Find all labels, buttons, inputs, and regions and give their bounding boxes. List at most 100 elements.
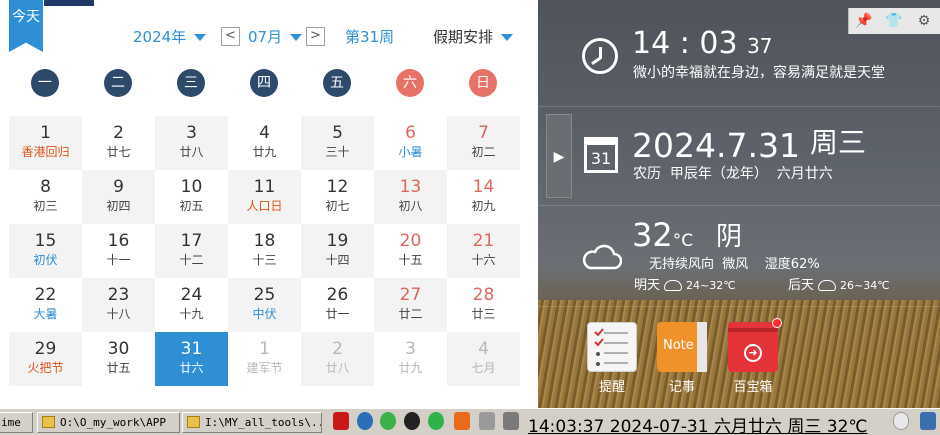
calendar-day-cell[interactable]: 4 七月 xyxy=(447,332,520,386)
cloud-icon xyxy=(893,412,909,430)
lunar-day: 大暑 xyxy=(33,307,58,321)
lunar-day: 十三 xyxy=(252,253,277,267)
calendar-day-cell[interactable]: 25 中伏 xyxy=(228,278,301,332)
time-display: 14 : 03 37 xyxy=(632,26,773,61)
day-number: 25 xyxy=(253,285,276,305)
taskbar-item-label: O:\O_my_work\APP xyxy=(60,416,166,429)
day-number: 28 xyxy=(472,285,495,305)
tomorrow-temp: 24~32℃ xyxy=(686,279,736,292)
weekday-header: 二 xyxy=(104,69,132,97)
calendar-day-cell[interactable]: 21 十六 xyxy=(447,224,520,278)
clock-icon xyxy=(582,38,618,74)
folder-icon xyxy=(187,416,200,428)
taskbar-item-app-folder[interactable]: O:\O_my_work\APP xyxy=(37,412,180,433)
lunar-day: 火把节 xyxy=(27,361,64,375)
monitor-icon[interactable] xyxy=(920,412,936,430)
calendar-day-cell[interactable]: 28 廿三 xyxy=(447,278,520,332)
calendar-day-cell[interactable]: 12 初七 xyxy=(301,170,374,224)
calendar-day-cell[interactable]: 9 初四 xyxy=(82,170,155,224)
calendar-day-cell[interactable]: 10 初五 xyxy=(155,170,228,224)
note-app-icon[interactable]: Note xyxy=(657,322,707,372)
calendar-day-cell[interactable]: 3 廿八 xyxy=(155,116,228,170)
calendar-day-cell[interactable]: 17 十二 xyxy=(155,224,228,278)
calendar-day-cell[interactable]: 14 初九 xyxy=(447,170,520,224)
day-number: 6 xyxy=(405,123,416,143)
reminder-app-icon[interactable] xyxy=(587,322,637,372)
day-number: 10 xyxy=(180,177,203,197)
calendar-day-cell[interactable]: 4 廿九 xyxy=(228,116,301,170)
calendar-day-cell[interactable]: 20 十五 xyxy=(374,224,447,278)
calendar-day-cell[interactable]: 11 人口日 xyxy=(228,170,301,224)
shirt-icon[interactable]: 👕 xyxy=(879,8,909,34)
tray-clock[interactable]: 14:03:37 2024-07-31 六月廿六 周三 32℃ xyxy=(528,412,868,435)
pin-icon[interactable]: 📌 xyxy=(849,8,879,34)
calendar-day-cell[interactable]: 19 十四 xyxy=(301,224,374,278)
calendar-day-cell[interactable]: 29 火把节 xyxy=(9,332,82,386)
calendar-day-cell[interactable]: 27 廿二 xyxy=(374,278,447,332)
calendar-day-cell[interactable]: 2 廿八 xyxy=(301,332,374,386)
app-label-toolbox: 百宝箱 xyxy=(733,380,773,395)
calendar-day-cell[interactable]: 7 初二 xyxy=(447,116,520,170)
today-button[interactable]: 今天 xyxy=(9,0,43,52)
calendar-icon-day: 31 xyxy=(590,149,612,168)
calendar-day-cell[interactable]: 26 廿一 xyxy=(301,278,374,332)
qq-icon[interactable] xyxy=(404,412,420,430)
shield-icon[interactable] xyxy=(454,412,470,430)
green-app-icon[interactable] xyxy=(380,412,396,430)
calendar-day-cell[interactable]: 30 廿五 xyxy=(82,332,155,386)
day-number: 13 xyxy=(399,177,422,197)
day-number: 1 xyxy=(40,123,51,143)
calendar-day-cell[interactable]: 8 初三 xyxy=(9,170,82,224)
calendar-day-cell[interactable]: 3 廿九 xyxy=(374,332,447,386)
calendar-day-cell[interactable]: 1 建军节 xyxy=(228,332,301,386)
year-select[interactable]: 2024年 xyxy=(133,26,207,47)
lunar-date: 农历 甲辰年（龙年） 六月廿六 xyxy=(633,166,833,182)
cloud-icon xyxy=(582,244,622,270)
dayafter-forecast: 后天 26~34℃ xyxy=(788,274,890,293)
note-label: Note xyxy=(663,338,694,353)
lunar-day: 十九 xyxy=(179,307,204,321)
toolbox-app-icon[interactable]: ➜ xyxy=(728,318,782,372)
collapse-arrow-button[interactable]: ▶ xyxy=(546,114,572,198)
taskbar: ime O:\O_my_work\APP I:\MY_all_tools\...… xyxy=(0,408,940,435)
ime-cn-icon[interactable] xyxy=(333,412,349,430)
time-hm: 14 : 03 xyxy=(632,26,738,61)
calendar-day-cell[interactable]: 16 十一 xyxy=(82,224,155,278)
lunar-day: 初四 xyxy=(106,199,131,213)
speaker-icon[interactable] xyxy=(503,412,519,430)
calendar-day-cell[interactable]: 31 廿六 xyxy=(155,332,228,386)
tomorrow-label: 明天 xyxy=(634,278,661,293)
calendar-icon: 31 xyxy=(584,137,618,173)
wechat-icon[interactable] xyxy=(428,412,444,430)
lunar-day: 廿七 xyxy=(106,145,131,159)
folder-icon xyxy=(42,416,55,428)
device-icon[interactable] xyxy=(479,412,495,430)
calendar-day-cell[interactable]: 23 十八 xyxy=(82,278,155,332)
prev-month-button[interactable]: < xyxy=(221,27,240,46)
calendar-day-cell[interactable]: 24 十九 xyxy=(155,278,228,332)
taskbar-item-ime[interactable]: ime xyxy=(0,412,33,433)
calendar-day-cell[interactable]: 22 大暑 xyxy=(9,278,82,332)
lunar-day: 廿六 xyxy=(179,361,204,375)
panel-toolbar: 📌 👕 ⚙ xyxy=(848,8,940,34)
holiday-select[interactable]: 假期安排 xyxy=(433,26,514,47)
taskbar-item-tools-folder[interactable]: I:\MY_all_tools\... xyxy=(182,412,322,433)
day-number: 29 xyxy=(34,339,57,359)
calendar-day-cell[interactable]: 1 香港回归 xyxy=(9,116,82,170)
lunar-day: 十五 xyxy=(398,253,423,267)
m-icon[interactable] xyxy=(357,412,373,430)
calendar-day-cell[interactable]: 13 初八 xyxy=(374,170,447,224)
day-number: 19 xyxy=(326,231,349,251)
next-month-button[interactable]: > xyxy=(306,27,325,46)
calendar-day-cell[interactable]: 6 小暑 xyxy=(374,116,447,170)
calendar-day-cell[interactable]: 5 三十 xyxy=(301,116,374,170)
gear-icon[interactable]: ⚙ xyxy=(909,8,939,34)
weekday-header: 日 xyxy=(469,69,497,97)
day-number: 2 xyxy=(332,339,343,359)
lunar-day: 廿九 xyxy=(252,145,277,159)
calendar-day-cell[interactable]: 18 十三 xyxy=(228,224,301,278)
calendar-panel: 今天 2024年 < 07月 > 第31周 假期安排 一 二 三 四 五 六 日 1 香港回归… xyxy=(0,0,538,408)
calendar-day-cell[interactable]: 15 初伏 xyxy=(9,224,82,278)
month-select[interactable]: 07月 xyxy=(248,26,303,47)
calendar-day-cell[interactable]: 2 廿七 xyxy=(82,116,155,170)
